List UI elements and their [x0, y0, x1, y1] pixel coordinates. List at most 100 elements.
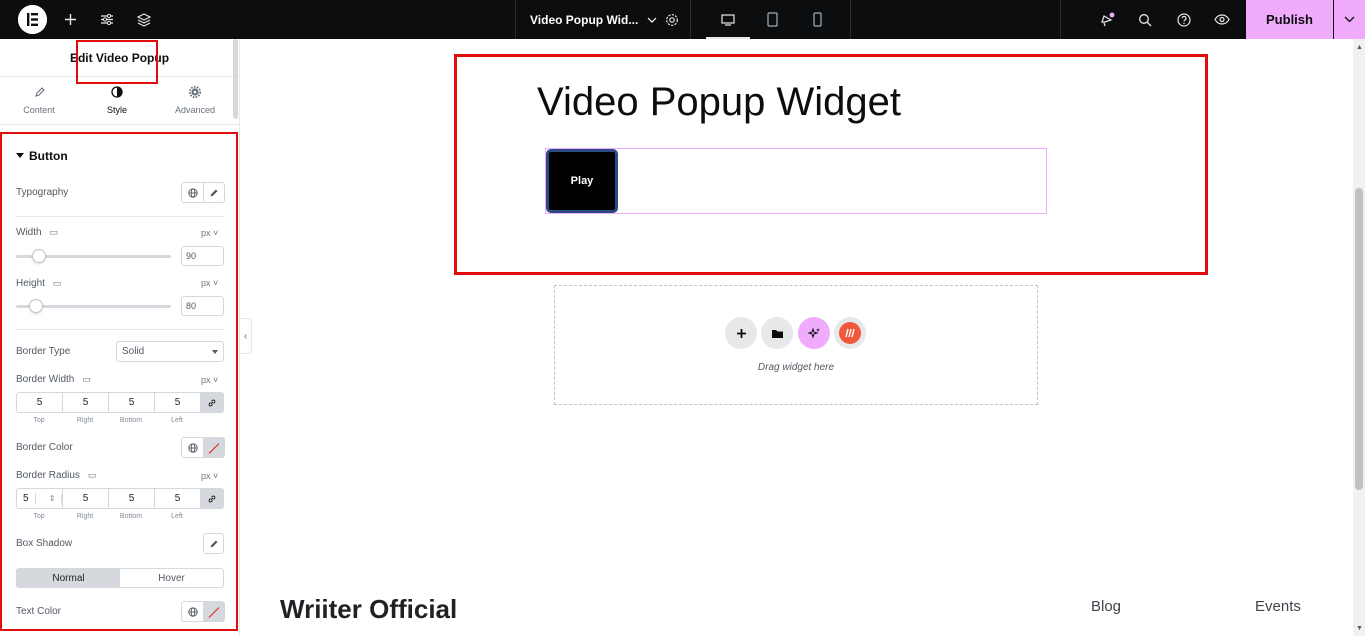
site-settings-icon[interactable] — [89, 0, 125, 39]
global-icon[interactable] — [182, 438, 203, 457]
dim-label-right: Right — [76, 513, 94, 520]
panel-scrollbar[interactable] — [233, 39, 238, 119]
border-width-label-text: Border Width — [16, 374, 75, 385]
height-label: Height ▭ — [16, 278, 61, 289]
help-icon[interactable] — [1166, 0, 1202, 39]
desktop-icon[interactable]: ▭ — [82, 374, 91, 384]
pencil-icon — [34, 86, 45, 101]
section-toggle-button[interactable]: Button — [16, 149, 68, 163]
scroll-up-arrow-icon[interactable]: ▲ — [1356, 44, 1363, 51]
number-spinner-icon[interactable]: ⇕ — [44, 494, 62, 503]
border-radius-bottom[interactable]: 5 — [109, 489, 155, 508]
canvas-scrollbar-thumb[interactable] — [1355, 188, 1363, 490]
tab-content[interactable]: Content — [0, 77, 78, 124]
dim-label-top: Top — [33, 417, 45, 424]
tab-advanced[interactable]: Advanced — [156, 77, 234, 124]
height-unit-select[interactable]: px ˅ — [201, 278, 218, 288]
border-radius-right[interactable]: 5 — [63, 489, 109, 508]
border-radius-left[interactable]: 5 — [155, 489, 201, 508]
dim-label-left: Left — [171, 417, 183, 424]
dim-label-right: Right — [76, 417, 94, 424]
unit-text: px — [201, 278, 211, 288]
template-folder-icon[interactable] — [761, 317, 793, 349]
dim-label-bottom: Bottom — [119, 513, 143, 520]
divider — [16, 329, 224, 330]
desktop-icon[interactable]: ▭ — [50, 227, 59, 237]
border-width-unit-select[interactable]: px ˅ — [201, 375, 218, 385]
box-shadow-edit-icon[interactable] — [203, 533, 224, 554]
footer-link-events[interactable]: Events — [1255, 598, 1301, 615]
ai-sparkle-icon[interactable] — [798, 317, 830, 349]
unit-text: px — [201, 375, 211, 385]
dropdown-arrow-icon — [212, 350, 218, 354]
edit-pencil-icon[interactable] — [203, 183, 224, 202]
publish-button[interactable]: Publish — [1246, 0, 1333, 39]
video-popup-widget[interactable] — [545, 148, 1047, 214]
link-values-icon[interactable] — [201, 489, 223, 508]
add-element-icon[interactable] — [52, 0, 88, 39]
border-width-right[interactable]: 5 — [63, 393, 109, 412]
divider — [850, 0, 851, 39]
divider — [1060, 0, 1061, 39]
page-settings-gear-icon[interactable] — [654, 0, 690, 39]
desktop-view-icon[interactable] — [706, 0, 750, 39]
tab-label: Style — [106, 105, 127, 115]
elementor-logo-icon[interactable] — [18, 5, 47, 34]
desktop-icon[interactable]: ▭ — [88, 470, 97, 480]
border-width-top[interactable]: 5 — [17, 393, 63, 412]
dim-label-left: Left — [171, 513, 183, 520]
width-unit-select[interactable]: px ˅ — [201, 228, 218, 238]
tab-label: Content — [23, 104, 55, 115]
border-type-select[interactable]: Solid — [116, 341, 224, 362]
width-label-text: Width — [16, 227, 42, 238]
highlight-style-tab — [76, 40, 158, 84]
tablet-view-icon[interactable] — [750, 0, 794, 39]
dim-label-bottom: Bottom — [119, 417, 143, 424]
top-bar: Video Popup Wid... Publish — [0, 0, 1365, 39]
addon-logo-icon[interactable] — [834, 317, 866, 349]
link-values-icon[interactable] — [201, 393, 223, 412]
border-color-controls — [181, 437, 225, 458]
border-width-bottom[interactable]: 5 — [109, 393, 155, 412]
border-radius-dimension-labels: Top Right Bottom Left — [16, 513, 202, 520]
color-picker-swatch[interactable] — [203, 438, 224, 457]
publish-options-chevron-icon[interactable] — [1334, 0, 1365, 39]
border-radius-unit-select[interactable]: px ˅ — [201, 471, 218, 481]
desktop-icon[interactable]: ▭ — [53, 278, 62, 288]
border-width-left[interactable]: 5 — [155, 393, 201, 412]
border-radius-label: Border Radius ▭ — [16, 470, 96, 481]
typography-controls — [181, 182, 225, 203]
tab-style[interactable]: Style — [78, 77, 156, 124]
preview-eye-icon[interactable] — [1204, 0, 1240, 39]
width-label: Width ▭ — [16, 227, 58, 238]
add-section-plus-icon[interactable] — [725, 317, 757, 349]
structure-layers-icon[interactable] — [126, 0, 162, 39]
search-icon[interactable] — [1127, 0, 1163, 39]
collapse-panel-chevron-left-icon[interactable]: ‹ — [240, 318, 252, 354]
tab-label: Advanced — [174, 105, 216, 115]
footer-site-title[interactable]: Wriiter Official — [280, 594, 457, 625]
notifications-megaphone-icon[interactable] — [1089, 0, 1125, 39]
mobile-view-icon[interactable] — [795, 0, 839, 39]
normal-state-button[interactable]: Normal — [17, 569, 120, 587]
drop-zone[interactable] — [554, 285, 1038, 405]
footer-link-blog[interactable]: Blog — [1091, 598, 1121, 615]
widget-heading[interactable]: Video Popup Widget — [537, 80, 901, 125]
unit-text: px — [201, 471, 211, 481]
global-icon[interactable] — [182, 183, 203, 202]
panel-tabs: Content Style Advanced — [0, 77, 239, 125]
height-input[interactable]: 80 — [181, 296, 224, 316]
border-type-value: Solid — [122, 346, 145, 357]
hover-state-button[interactable]: Hover — [120, 569, 223, 587]
scroll-down-arrow-icon[interactable]: ▼ — [1356, 625, 1363, 632]
border-width-label: Border Width ▭ — [16, 374, 91, 385]
border-type-label: Border Type — [16, 346, 71, 357]
play-button[interactable]: Play — [546, 149, 618, 213]
caret-down-icon — [16, 153, 24, 158]
border-width-inputs: 5 5 5 5 — [16, 392, 224, 413]
dim-label-top: Top — [33, 513, 45, 520]
border-radius-top[interactable]: 5 ⇕ — [17, 489, 63, 508]
color-picker-swatch[interactable] — [203, 602, 224, 621]
width-input[interactable]: 90 — [181, 246, 224, 266]
global-icon[interactable] — [182, 602, 203, 621]
